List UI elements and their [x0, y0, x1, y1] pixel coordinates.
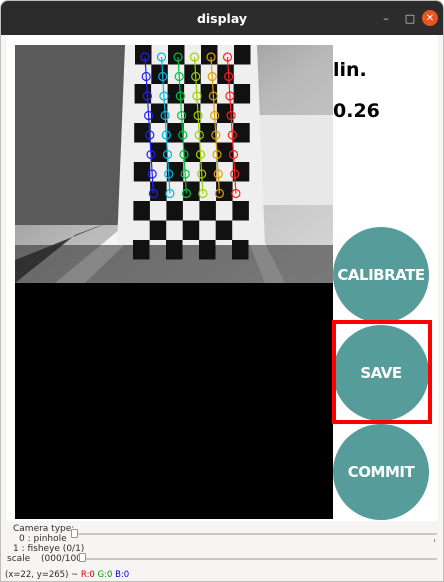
calibrate-button[interactable]: CALIBRATE [333, 227, 429, 323]
checker-square [134, 123, 151, 143]
checker-square [215, 220, 233, 240]
camera-type-slider-track[interactable] [71, 533, 437, 535]
checker-square [167, 84, 185, 104]
checker-square [133, 201, 150, 221]
display-canvas: lin. 0.26 CALIBRATE SAVE COMMIT [7, 35, 438, 521]
undistorted-view [15, 283, 333, 519]
checker-square [133, 162, 151, 182]
scale-slider-handle[interactable] [79, 553, 86, 562]
title-bar: display – □ ✕ [1, 1, 443, 35]
camera-type-slider-handle[interactable] [71, 529, 78, 538]
minimize-icon[interactable]: – [378, 10, 394, 26]
checker-square [232, 240, 249, 260]
trackbar-panel: Camera type: 0 : pinhole 1 : fisheye (0/… [1, 521, 443, 581]
status-red: R:0 [80, 570, 95, 580]
close-icon[interactable]: ✕ [422, 10, 438, 26]
checker-square [134, 84, 152, 104]
maximize-icon[interactable]: □ [402, 10, 418, 26]
status-bar: (x=22, y=265) ~ R:0 G:0 B:0 [5, 570, 129, 580]
status-coords: (x=22, y=265) ~ [5, 570, 79, 580]
checker-square [149, 220, 167, 240]
camera-type-option-1: 1 : fisheye (0/1) [13, 544, 85, 554]
camera-feed [15, 45, 333, 283]
slider-tick [434, 539, 435, 542]
display-window: display – □ ✕ lin. 0.26 CALIBRATE SAVE C… [0, 0, 444, 582]
checker-square [182, 220, 200, 240]
checker-square [135, 45, 152, 65]
scale-slider-track[interactable] [83, 558, 437, 560]
save-button[interactable]: SAVE [333, 325, 429, 421]
mode-value: 0.26 [333, 100, 380, 122]
checker-square [166, 240, 183, 260]
checker-square [234, 45, 251, 65]
window-title: display [196, 10, 248, 26]
checker-square [199, 240, 216, 260]
mode-label: lin. [333, 59, 367, 81]
checker-square [166, 201, 183, 221]
checker-square [168, 45, 185, 65]
checker-square [201, 45, 218, 65]
commit-button[interactable]: COMMIT [333, 424, 429, 520]
checker-square [232, 201, 249, 221]
scale-label: scale [7, 554, 31, 564]
checker-square [199, 201, 216, 221]
status-green: G:0 [97, 570, 113, 580]
camera-image [15, 45, 333, 283]
checker-square [200, 84, 218, 104]
checker-square [233, 84, 251, 104]
status-blue: B:0 [115, 570, 130, 580]
checker-square [133, 240, 150, 260]
